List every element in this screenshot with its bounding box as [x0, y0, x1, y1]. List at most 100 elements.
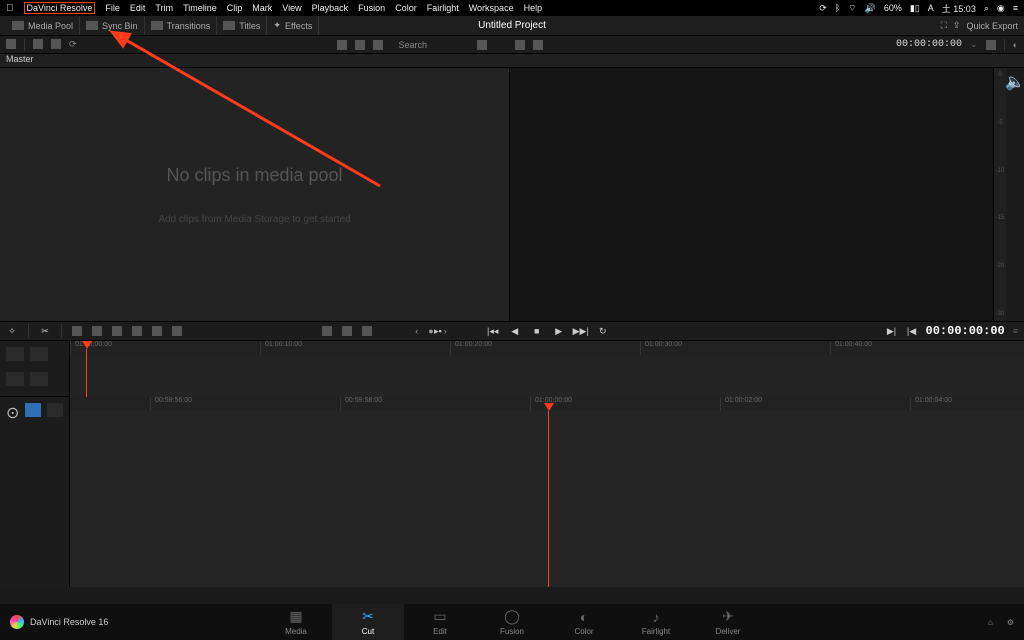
menu-timeline[interactable]: Timeline [183, 3, 217, 13]
jog-dot-icon[interactable]: ● [428, 326, 433, 336]
menu-playback[interactable]: Playback [312, 3, 349, 13]
viewer-panel[interactable] [510, 68, 994, 321]
tab-fairlight[interactable]: ♪ Fairlight [620, 604, 692, 640]
apple-menu-icon[interactable]:  [6, 3, 14, 14]
titles-toggle[interactable]: Titles [217, 16, 267, 35]
tools-b-icon[interactable] [342, 326, 352, 336]
menu-edit[interactable]: Edit [130, 3, 146, 13]
sync-bin-toggle[interactable]: Sync Bin [80, 16, 145, 35]
lower-playhead-icon[interactable] [548, 411, 549, 587]
fullscreen-icon[interactable]: ⛶ [941, 20, 947, 31]
notification-center-icon[interactable]: ≡ [1013, 3, 1018, 13]
import-media-icon[interactable] [6, 39, 16, 49]
sync-icon[interactable]: ⟳ [69, 39, 77, 51]
spotlight-icon[interactable]: ⌕ [984, 3, 989, 14]
track-header-a-icon[interactable] [6, 347, 24, 361]
place-on-top-icon[interactable] [152, 326, 162, 336]
source-overwrite-icon[interactable] [172, 326, 182, 336]
menu-fusion[interactable]: Fusion [358, 3, 385, 13]
step-back-icon[interactable]: ◀ [509, 325, 521, 337]
tools-c-icon[interactable] [362, 326, 372, 336]
lower-timeline-body[interactable] [70, 411, 1024, 587]
jog-left-icon[interactable]: ‹ [415, 326, 418, 336]
split-clip-icon[interactable]: ✂ [39, 325, 51, 337]
jog-right-icon[interactable]: › [444, 326, 447, 336]
menu-mark[interactable]: Mark [252, 3, 272, 13]
volume-icon[interactable]: 🔊 [865, 3, 876, 14]
menu-trim[interactable]: Trim [155, 3, 173, 13]
go-to-start-icon[interactable]: |◂◂ [487, 325, 499, 337]
search-input[interactable]: Search [399, 40, 469, 50]
quick-export-label[interactable]: Quick Export [966, 21, 1018, 31]
media-pool-toggle[interactable]: Media Pool [6, 16, 80, 35]
app-menu[interactable]: DaVinci Resolve [24, 2, 96, 14]
input-source-icon[interactable]: A [928, 3, 934, 13]
thumbnail-view-icon[interactable] [337, 40, 347, 50]
menu-fairlight[interactable]: Fairlight [427, 3, 459, 13]
play-icon[interactable]: ▶ [553, 325, 565, 337]
menu-view[interactable]: View [282, 3, 301, 13]
wifi-icon[interactable]: ⌔ [848, 3, 856, 14]
upper-timeline-body[interactable] [70, 355, 1024, 397]
new-bin-icon[interactable] [33, 39, 43, 49]
loop-icon[interactable]: ↻ [597, 325, 609, 337]
snap-icon[interactable]: ⊙ [6, 403, 19, 581]
upper-playhead-line[interactable] [86, 349, 87, 397]
marker-icon[interactable] [25, 403, 41, 417]
tab-deliver[interactable]: ✈ Deliver [692, 604, 764, 640]
timeline-timecode[interactable]: 00:00:00:00 [926, 324, 1005, 338]
prev-edit-icon[interactable]: |◀ [906, 325, 918, 337]
list-view-icon[interactable] [373, 40, 383, 50]
flag-icon[interactable] [47, 403, 63, 417]
append-icon[interactable] [92, 326, 102, 336]
upper-playhead-icon[interactable] [82, 341, 92, 351]
menu-help[interactable]: Help [524, 3, 543, 13]
tc-dropdown-icon[interactable]: ⌄ [970, 39, 978, 50]
project-settings-icon[interactable]: ⚙ [1007, 618, 1014, 627]
menu-clip[interactable]: Clip [227, 3, 243, 13]
bin-path[interactable]: Master [0, 54, 1024, 68]
clock[interactable]: 土 15:03 [942, 2, 976, 15]
effects-toggle[interactable]: ✦ Effects [267, 16, 319, 35]
step-forward-icon[interactable]: ▶▶| [575, 325, 587, 337]
next-edit-icon[interactable]: ▶| [886, 325, 898, 337]
sort-icon[interactable] [477, 40, 487, 50]
strip-view-icon[interactable] [355, 40, 365, 50]
viewer-menu-icon[interactable] [986, 40, 996, 50]
tab-media[interactable]: ▦ Media [260, 604, 332, 640]
resolve-logo-icon[interactable] [10, 615, 24, 629]
export-icon[interactable]: ⇪ [953, 20, 961, 31]
home-icon[interactable]: ⌂ [988, 618, 993, 627]
upper-timeline-ruler[interactable]: 01:00:00:00 01:00:10:00 01:00:20:00 01:0… [70, 341, 1024, 355]
sync-icon[interactable]: ⟳ [819, 3, 827, 14]
folder-icon[interactable] [51, 39, 61, 49]
ripple-overwrite-icon[interactable] [112, 326, 122, 336]
tab-edit[interactable]: ▭ Edit [404, 604, 476, 640]
safe-area-icon[interactable]: ◐ [1013, 40, 1018, 50]
tab-cut[interactable]: ✂ Cut [332, 604, 404, 640]
transport-menu-icon[interactable]: ≡ [1013, 326, 1018, 336]
viewer-mode-a-icon[interactable] [515, 40, 525, 50]
track-header-c-icon[interactable] [6, 372, 24, 386]
close-up-icon[interactable] [132, 326, 142, 336]
track-header-d-icon[interactable] [30, 372, 48, 386]
menu-workspace[interactable]: Workspace [469, 3, 514, 13]
bluetooth-icon[interactable]: ᛒ [835, 3, 840, 13]
speaker-icon[interactable]: 🔈 [1005, 72, 1024, 92]
battery-icon[interactable]: ▮▯ [910, 3, 920, 14]
boring-detector-icon[interactable]: ✧ [6, 325, 18, 337]
smart-insert-icon[interactable] [72, 326, 82, 336]
menu-file[interactable]: File [105, 3, 120, 13]
tools-a-icon[interactable] [322, 326, 332, 336]
menu-color[interactable]: Color [395, 3, 417, 13]
stop-icon[interactable]: ■ [531, 325, 543, 337]
transitions-toggle[interactable]: Transitions [145, 16, 218, 35]
viewer-mode-b-icon[interactable] [533, 40, 543, 50]
siri-icon[interactable]: ◉ [997, 3, 1005, 14]
viewer-timecode[interactable]: 00:00:00:00 [896, 39, 962, 50]
track-header-b-icon[interactable] [30, 347, 48, 361]
tab-color[interactable]: ◐ Color [548, 604, 620, 640]
media-pool-panel[interactable]: No clips in media pool Add clips from Me… [0, 68, 510, 321]
tab-fusion[interactable]: ◯ Fusion [476, 604, 548, 640]
lower-timeline-track[interactable]: 00:59:56:00 00:59:58:00 01:00:00:00 01:0… [70, 397, 1024, 587]
